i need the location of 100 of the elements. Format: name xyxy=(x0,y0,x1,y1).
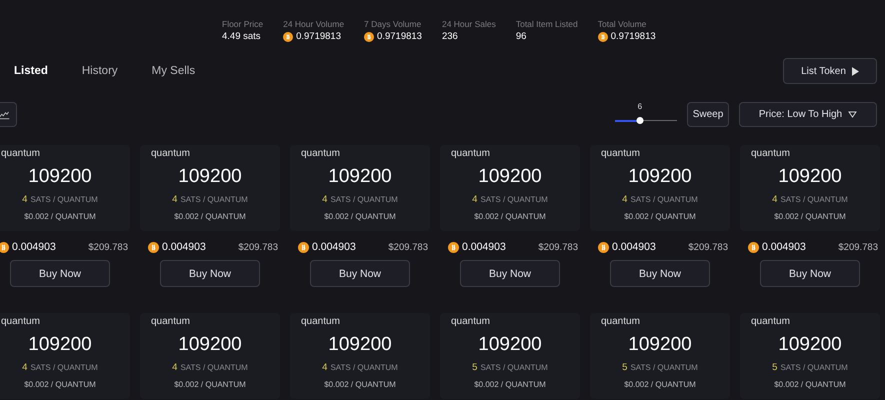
stat-label: Total Item Listed xyxy=(516,19,578,29)
sats-price: 5 xyxy=(472,362,478,373)
token-amount: 109200 xyxy=(28,166,92,188)
token-amount: 109200 xyxy=(778,166,842,188)
token-amount: 109200 xyxy=(178,334,242,356)
tab[interactable]: Listed xyxy=(14,65,48,77)
buy-now-button[interactable]: Buy Now xyxy=(310,260,410,287)
token-amount: 109200 xyxy=(328,334,392,356)
sats-unit: SATS / QUANTUM xyxy=(30,363,98,372)
stat-value: 0.9719813 xyxy=(296,31,342,42)
token-amount: 109200 xyxy=(28,334,92,356)
sats-price: 4 xyxy=(622,194,628,205)
usd-unit-price: $0.002 / QUANTUM xyxy=(324,380,396,389)
bitcoin-icon xyxy=(283,32,294,42)
btc-price: 0.004903 xyxy=(762,241,806,253)
bitcoin-icon xyxy=(148,242,159,252)
token-ticker: quantum xyxy=(301,148,340,159)
token-ticker: quantum xyxy=(601,148,640,159)
token-amount: 109200 xyxy=(478,334,542,356)
stat-value: 236 xyxy=(442,31,458,42)
usd-unit-price: $0.002 / QUANTUM xyxy=(24,380,96,389)
slider-value: 6 xyxy=(638,102,642,111)
token-amount: 109200 xyxy=(478,166,542,188)
usd-unit-price: $0.002 / QUANTUM xyxy=(624,380,696,389)
sweep-button[interactable]: Sweep xyxy=(687,102,729,127)
bitcoin-icon xyxy=(364,32,374,42)
sats-price: 5 xyxy=(622,362,628,373)
sats-unit: SATS / QUANTUM xyxy=(780,363,848,372)
sats-unit: SATS / QUANTUM xyxy=(180,363,248,372)
tab[interactable]: History xyxy=(82,65,118,77)
usd-unit-price: $0.002 / QUANTUM xyxy=(174,380,246,389)
buy-now-button[interactable]: Buy Now xyxy=(160,260,260,287)
token-ticker: quantum xyxy=(151,316,190,327)
stat-value: 0.9719813 xyxy=(377,31,422,42)
btc-price: 0.004903 xyxy=(12,241,56,253)
buy-now-button[interactable]: Buy Now xyxy=(10,260,110,287)
bitcoin-icon xyxy=(598,32,608,42)
sats-unit: SATS / QUANTUM xyxy=(30,195,98,204)
token-ticker: quantum xyxy=(451,148,490,159)
sats-price: 4 xyxy=(172,362,178,373)
sats-unit: SATS / QUANTUM xyxy=(630,363,698,372)
token-ticker: quantum xyxy=(751,148,790,159)
bitcoin-icon xyxy=(448,242,459,252)
stat-label: Floor Price xyxy=(222,19,264,29)
usd-total: $209.783 xyxy=(538,242,578,252)
caret-icon xyxy=(848,111,858,118)
sats-price: 4 xyxy=(472,194,478,205)
buy-now-button[interactable]: Buy Now xyxy=(610,260,710,287)
btc-price: 0.004903 xyxy=(462,241,506,253)
usd-unit-price: $0.002 / QUANTUM xyxy=(24,212,96,221)
sats-price: 4 xyxy=(172,194,178,205)
sats-unit: SATS / QUANTUM xyxy=(180,195,248,204)
token-amount: 109200 xyxy=(328,166,392,188)
buy-now-button[interactable]: Buy Now xyxy=(760,260,860,287)
stat-value: 4.49 sats xyxy=(222,31,261,42)
sort-dropdown[interactable]: Price: Low To High xyxy=(739,102,877,127)
usd-unit-price: $0.002 / QUANTUM xyxy=(174,212,246,221)
token-amount: 109200 xyxy=(628,334,692,356)
usd-unit-price: $0.002 / QUANTUM xyxy=(474,212,546,221)
usd-total: $209.783 xyxy=(238,242,278,252)
stat-value: 96 xyxy=(516,31,526,42)
sats-price: 4 xyxy=(322,362,328,373)
sats-price: 4 xyxy=(22,194,28,205)
tab[interactable]: My Sells xyxy=(152,65,196,77)
usd-unit-price: $0.002 / QUANTUM xyxy=(774,212,846,221)
token-amount: 109200 xyxy=(178,166,242,188)
btc-price: 0.004903 xyxy=(312,241,356,253)
bitcoin-icon xyxy=(748,242,759,252)
bitcoin-icon xyxy=(298,242,309,252)
sats-unit: SATS / QUANTUM xyxy=(330,195,398,204)
buy-now-button[interactable]: Buy Now xyxy=(460,260,560,287)
slider-thumb[interactable] xyxy=(636,116,644,124)
usd-total: $209.783 xyxy=(88,242,128,252)
usd-total: $209.783 xyxy=(388,242,428,252)
stat-label: 24 Hour Volume xyxy=(283,19,344,29)
sats-unit: SATS / QUANTUM xyxy=(480,195,548,204)
sats-unit: SATS / QUANTUM xyxy=(480,363,548,372)
sats-unit: SATS / QUANTUM xyxy=(630,195,698,204)
sats-price: 4 xyxy=(772,194,778,205)
token-ticker: quantum xyxy=(1,316,40,327)
sats-unit: SATS / QUANTUM xyxy=(780,195,848,204)
usd-unit-price: $0.002 / QUANTUM xyxy=(324,212,396,221)
token-ticker: quantum xyxy=(151,148,190,159)
sats-price: 5 xyxy=(772,362,778,373)
stat-value: 0.9719813 xyxy=(610,31,656,42)
stat-label: 7 Days Volume xyxy=(364,19,422,29)
usd-unit-price: $0.002 / QUANTUM xyxy=(624,212,696,221)
list-token-button[interactable]: List Token xyxy=(783,58,877,84)
token-ticker: quantum xyxy=(601,316,640,327)
sats-price: 4 xyxy=(22,362,28,373)
usd-unit-price: $0.002 / QUANTUM xyxy=(474,380,546,389)
sats-price: 4 xyxy=(322,194,328,205)
token-ticker: quantum xyxy=(451,316,490,327)
usd-total: $209.783 xyxy=(688,242,728,252)
token-amount: 109200 xyxy=(778,334,842,356)
token-ticker: quantum xyxy=(301,316,340,327)
btc-price: 0.004903 xyxy=(162,241,206,253)
usd-total: $209.783 xyxy=(838,242,878,252)
token-amount: 109200 xyxy=(628,166,692,188)
token-ticker: quantum xyxy=(751,316,790,327)
